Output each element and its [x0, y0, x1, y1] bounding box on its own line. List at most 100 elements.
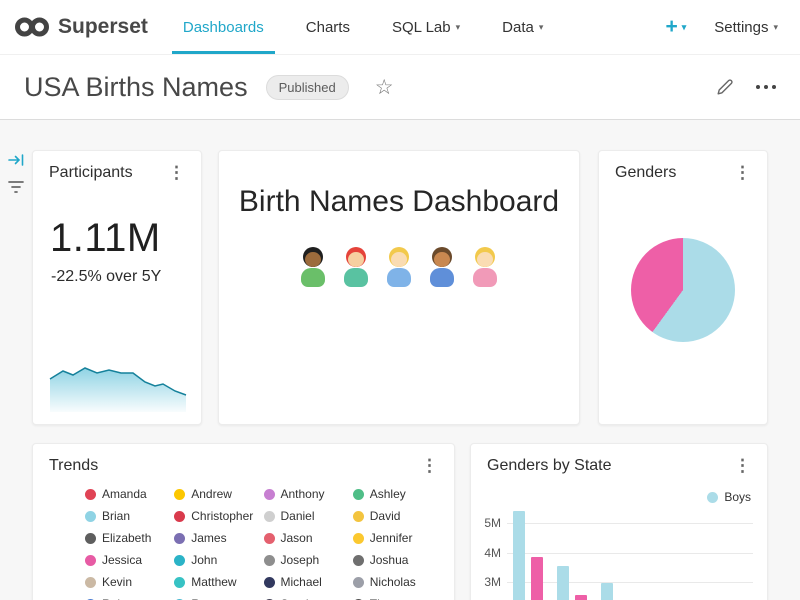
kebab-menu-icon[interactable]: ⋮	[413, 457, 446, 474]
legend-label: Matthew	[191, 575, 236, 589]
kebab-menu-icon[interactable]: ⋮	[160, 164, 193, 181]
legend-label: Brian	[102, 509, 130, 523]
legend-item[interactable]: Christopher	[174, 509, 259, 523]
legend-dot	[264, 577, 275, 588]
filter-funnel-icon[interactable]	[8, 180, 24, 199]
child-figure	[296, 247, 330, 293]
markdown-card: Birth Names Dashboard	[218, 150, 580, 425]
chart-title: Genders	[615, 164, 676, 182]
legend-dot	[353, 511, 364, 522]
nav-item-charts[interactable]: Charts	[285, 0, 371, 54]
legend-item[interactable]: Nicholas	[353, 575, 438, 589]
caret-down-icon: ▾	[539, 23, 544, 32]
legend-item[interactable]: Jennifer	[353, 531, 438, 545]
legend-label: Amanda	[102, 487, 147, 501]
nav-label: SQL Lab	[392, 19, 451, 36]
legend-item[interactable]: David	[353, 509, 438, 523]
y-axis-tick: 4M	[473, 546, 501, 560]
page-title: USA Births Names	[24, 72, 248, 103]
child-figure	[468, 247, 502, 293]
legend-item[interactable]: Matthew	[174, 575, 259, 589]
nav-item-dashboards[interactable]: Dashboards	[162, 0, 285, 54]
legend-item[interactable]: Daniel	[264, 509, 349, 523]
dashboard-banner-title: Birth Names Dashboard	[219, 185, 579, 219]
y-axis-tick: 3M	[473, 575, 501, 589]
legend-dot	[174, 489, 185, 500]
dashboard-header: USA Births Names Published ☆	[0, 55, 800, 120]
bar-boys[interactable]	[557, 566, 569, 600]
gbs-chart: 5M 4M 3M	[471, 444, 767, 600]
kids-illustration	[219, 247, 579, 293]
more-menu-icon[interactable]	[756, 85, 776, 89]
legend-item[interactable]: Jessica	[85, 553, 170, 567]
infinity-logo-icon	[14, 15, 50, 39]
gridline	[507, 553, 753, 554]
top-navbar: Superset Dashboards Charts SQL Lab ▾ Dat…	[0, 0, 800, 55]
legend-dot	[264, 489, 275, 500]
legend-label: Andrew	[191, 487, 232, 501]
bar-boys[interactable]	[513, 511, 525, 600]
legend-item[interactable]: Michael	[264, 575, 349, 589]
legend-label: Elizabeth	[102, 531, 151, 545]
main-nav: Dashboards Charts SQL Lab ▾ Data ▾	[162, 0, 564, 54]
bar-girls[interactable]	[575, 595, 587, 600]
legend-label: Jason	[281, 531, 313, 545]
legend-item[interactable]: Kevin	[85, 575, 170, 589]
y-axis-tick: 5M	[473, 516, 501, 530]
legend-dot	[353, 577, 364, 588]
legend-dot	[85, 577, 96, 588]
legend-label: Christopher	[191, 509, 253, 523]
nav-item-sql-lab[interactable]: SQL Lab ▾	[371, 0, 481, 54]
legend-item[interactable]: Elizabeth	[85, 531, 170, 545]
legend-item[interactable]: Brian	[85, 509, 170, 523]
kebab-menu-icon[interactable]: ⋮	[726, 164, 759, 181]
caret-down-icon: ▾	[773, 23, 778, 32]
published-badge[interactable]: Published	[266, 75, 349, 100]
bar-boys[interactable]	[601, 583, 613, 600]
legend-label: Joshua	[370, 553, 409, 567]
legend-label: Anthony	[281, 487, 325, 501]
legend-dot	[264, 555, 275, 566]
legend-label: Nicholas	[370, 575, 416, 589]
gridline	[507, 582, 753, 583]
trends-card: Trends ⋮ AmandaAndrewAnthonyAshleyBrianC…	[32, 443, 455, 600]
legend-dot	[174, 555, 185, 566]
big-number-subheader: -22.5% over 5Y	[51, 268, 201, 286]
legend-item[interactable]: Ashley	[353, 487, 438, 501]
legend-item[interactable]: Andrew	[174, 487, 259, 501]
legend-item[interactable]: Anthony	[264, 487, 349, 501]
legend-dot	[353, 533, 364, 544]
dashboard-grid: Participants ⋮ 1.11M -22.5% over 5Y Birt…	[0, 120, 800, 600]
favorite-star-icon[interactable]: ☆	[375, 75, 394, 100]
nav-item-data[interactable]: Data ▾	[481, 0, 564, 54]
filter-rail	[0, 120, 30, 600]
new-item-button[interactable]: + ▾	[665, 15, 686, 39]
settings-menu[interactable]: Settings ▾	[714, 19, 778, 36]
legend-dot	[85, 555, 96, 566]
caret-down-icon: ▾	[682, 23, 687, 32]
legend-item[interactable]: James	[174, 531, 259, 545]
legend-label: Daniel	[281, 509, 315, 523]
bar-girls[interactable]	[531, 557, 543, 600]
expand-filter-bar-icon[interactable]	[8, 152, 25, 173]
participants-card: Participants ⋮ 1.11M -22.5% over 5Y	[32, 150, 202, 425]
legend-item[interactable]: Jason	[264, 531, 349, 545]
header-actions	[716, 78, 776, 96]
legend-dot	[264, 511, 275, 522]
legend-label: James	[191, 531, 226, 545]
legend-item[interactable]: Joshua	[353, 553, 438, 567]
legend-dot	[264, 533, 275, 544]
legend-dot	[174, 577, 185, 588]
legend-item[interactable]: Joseph	[264, 553, 349, 567]
edit-pencil-icon[interactable]	[716, 78, 734, 96]
child-figure	[425, 247, 459, 293]
legend-item[interactable]: Amanda	[85, 487, 170, 501]
nav-right-actions: + ▾ Settings ▾	[665, 15, 800, 39]
child-figure	[382, 247, 416, 293]
genders-by-state-card: Genders by State ⋮ Boys 5M4M3M	[470, 443, 768, 600]
genders-pie-chart[interactable]	[631, 238, 735, 342]
legend-item[interactable]: John	[174, 553, 259, 567]
superset-logo[interactable]: Superset	[0, 15, 162, 39]
legend-label: Jennifer	[370, 531, 413, 545]
legend-label: Kevin	[102, 575, 132, 589]
